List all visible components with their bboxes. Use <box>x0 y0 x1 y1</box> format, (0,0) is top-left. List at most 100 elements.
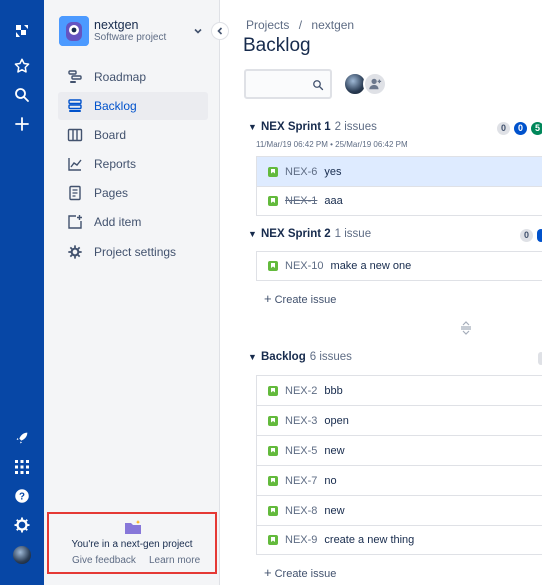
sidebar-item-project-settings[interactable]: Project settings <box>58 238 208 266</box>
issue-row[interactable]: NEX-6 yes <box>256 156 542 186</box>
project-name[interactable]: nextgen <box>94 18 138 32</box>
breadcrumb: Projects / nextgen <box>246 18 360 32</box>
folder-icon <box>124 519 142 540</box>
main-content: Projects / nextgen Backlog ▼ NEX Sprint … <box>220 0 542 585</box>
sidebar-item-reports[interactable]: Reports <box>58 150 208 178</box>
create-issue-button[interactable]: + Create issue <box>264 291 336 306</box>
sprint-issue-count: 2 issues <box>334 121 377 133</box>
story-icon <box>268 261 278 271</box>
sprint-name: NEX Sprint 2 <box>261 228 331 240</box>
issue-summary: new <box>324 444 345 457</box>
chevron-down-icon[interactable]: ▼ <box>248 122 257 132</box>
issue-row[interactable]: NEX-7 no <box>256 465 542 495</box>
roadmap-icon <box>66 68 84 86</box>
chevron-down-icon[interactable] <box>192 24 204 36</box>
plus-icon: + <box>264 565 272 580</box>
issue-key[interactable]: NEX-5 <box>285 445 317 457</box>
user-avatar[interactable] <box>9 542 35 568</box>
sidebar-item-backlog[interactable]: Backlog <box>58 92 208 120</box>
backlog-issue-count: 6 issues <box>309 351 352 363</box>
sidebar-item-label: Add item <box>94 215 142 229</box>
issue-row[interactable]: NEX-3 open <box>256 405 542 435</box>
chevron-down-icon[interactable]: ▼ <box>248 229 257 239</box>
issue-summary: open <box>324 414 349 427</box>
create-issue-label: Create issue <box>274 294 337 306</box>
sidebar-item-label: Backlog <box>94 99 137 113</box>
issue-row[interactable]: NEX-10 make a new one <box>256 251 542 281</box>
search-input[interactable] <box>244 69 332 99</box>
issue-row[interactable]: NEX-1 aaa <box>256 186 542 216</box>
issue-key[interactable]: NEX-7 <box>285 475 317 487</box>
in-progress-count-badge <box>537 229 542 242</box>
issue-key[interactable]: NEX-8 <box>285 505 317 517</box>
collapse-sidebar-button[interactable] <box>211 22 229 40</box>
sidebar-item-roadmap[interactable]: Roadmap <box>58 63 208 91</box>
sprint-name: NEX Sprint 1 <box>261 121 331 133</box>
sprint-header[interactable]: NEX Sprint 12 issues <box>261 121 377 133</box>
create-issue-label: Create issue <box>274 568 337 580</box>
breadcrumb-project[interactable]: nextgen <box>311 18 354 32</box>
create-issue-button[interactable]: + Create issue <box>264 565 336 580</box>
story-icon <box>268 505 278 516</box>
learn-more-link[interactable]: Learn more <box>149 555 200 566</box>
global-nav: ? <box>0 0 44 585</box>
issue-summary: new <box>324 504 345 517</box>
issue-summary: yes <box>324 165 342 178</box>
reports-icon <box>66 155 84 173</box>
rocket-icon[interactable] <box>9 425 35 451</box>
issue-key[interactable]: NEX-2 <box>285 385 317 397</box>
apps-grid-icon[interactable] <box>9 454 35 480</box>
sidebar-item-label: Roadmap <box>94 70 147 84</box>
plus-icon[interactable] <box>9 111 35 137</box>
issue-key[interactable]: NEX-10 <box>285 260 324 272</box>
jira-logo-icon[interactable] <box>9 18 35 44</box>
chevron-left-icon <box>217 27 223 35</box>
sprint-dates: 11/Mar/19 06:42 PM • 25/Mar/19 06:42 PM <box>256 140 408 149</box>
issue-key[interactable]: NEX-1 <box>285 195 317 207</box>
project-avatar[interactable] <box>59 16 89 46</box>
project-type: Software project <box>94 32 167 43</box>
sprint-header[interactable]: NEX Sprint 21 issue <box>261 228 371 240</box>
backlog-header[interactable]: Backlog 6 issues <box>261 351 352 363</box>
app: ? nextgen Software project Roadmap Backl… <box>0 0 542 585</box>
in-progress-count-badge: 0 <box>514 122 527 135</box>
backlog-badge <box>538 352 542 365</box>
done-count-badge: 5 <box>531 122 542 135</box>
sidebar-item-label: Project settings <box>94 245 177 259</box>
issue-summary: create a new thing <box>324 534 415 546</box>
plus-icon: + <box>264 291 272 306</box>
breadcrumb-separator: / <box>298 18 303 32</box>
todo-count-badge: 0 <box>497 122 510 135</box>
chevron-down-icon[interactable]: ▼ <box>248 352 257 362</box>
issue-key[interactable]: NEX-6 <box>285 166 317 178</box>
sidebar-item-board[interactable]: Board <box>58 121 208 149</box>
issue-key[interactable]: NEX-9 <box>285 534 317 546</box>
backlog-icon <box>66 97 84 115</box>
promo-text: You're in a next-gen project <box>71 539 193 550</box>
story-icon <box>268 166 278 177</box>
todo-count-badge: 0 <box>520 229 533 242</box>
add-people-button[interactable] <box>363 72 387 96</box>
sidebar-item-pages[interactable]: Pages <box>58 179 208 207</box>
search-icon[interactable] <box>9 82 35 108</box>
issue-row[interactable]: NEX-5 new <box>256 435 542 465</box>
next-gen-promo: You're in a next-gen project Give feedba… <box>47 512 217 574</box>
issue-row[interactable]: NEX-2 bbb <box>256 375 542 405</box>
story-icon <box>268 385 278 396</box>
help-icon[interactable]: ? <box>9 483 35 509</box>
breadcrumb-projects[interactable]: Projects <box>246 18 289 32</box>
star-icon[interactable] <box>9 53 35 79</box>
project-sidebar: nextgen Software project Roadmap Backlog… <box>44 0 220 585</box>
give-feedback-link[interactable]: Give feedback <box>72 555 136 566</box>
sidebar-item-add-item[interactable]: Add item <box>58 208 208 236</box>
issue-summary: no <box>324 474 337 487</box>
issue-row[interactable]: NEX-9 create a new thing <box>256 525 542 555</box>
issue-summary: aaa <box>324 195 343 207</box>
story-icon <box>268 196 278 206</box>
gear-icon[interactable] <box>9 512 35 538</box>
drag-handle-icon[interactable] <box>460 321 472 338</box>
issue-row[interactable]: NEX-8 new <box>256 495 542 525</box>
svg-text:?: ? <box>19 491 25 502</box>
story-icon <box>268 475 278 486</box>
issue-key[interactable]: NEX-3 <box>285 415 317 427</box>
